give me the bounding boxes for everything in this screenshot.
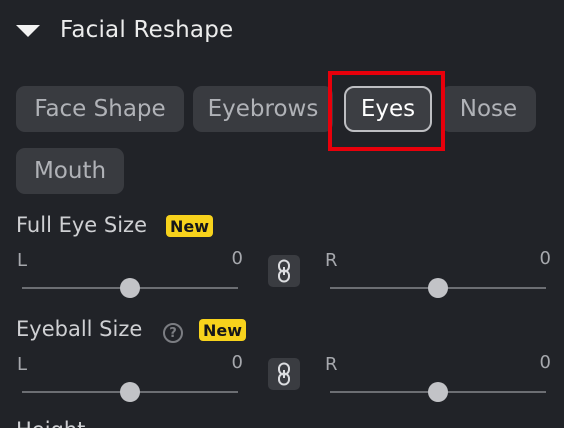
height-label: Height: [16, 418, 85, 428]
right-side-label: R: [325, 250, 338, 271]
tab-mouth[interactable]: Mouth: [16, 148, 124, 194]
left-side-label: L: [17, 354, 28, 375]
full-eye-size-right-thumb[interactable]: [428, 278, 448, 298]
new-badge: New: [166, 215, 214, 237]
tab-nose[interactable]: Nose: [441, 86, 536, 132]
full-eye-size-right-value: 0: [539, 248, 551, 269]
highlight-box: [328, 71, 445, 151]
tab-face-shape[interactable]: Face Shape: [16, 86, 184, 132]
eyeball-size-left-thumb[interactable]: [120, 382, 140, 402]
tab-eyebrows[interactable]: Eyebrows: [193, 86, 333, 132]
link-icon[interactable]: [268, 358, 300, 390]
right-side-label: R: [325, 354, 338, 375]
facial-reshape-header[interactable]: Facial Reshape: [16, 12, 233, 48]
help-icon[interactable]: ?: [163, 323, 183, 343]
eyeball-size-left-value: 0: [231, 352, 243, 373]
full-eye-size-left-value: 0: [231, 248, 243, 269]
eyeball-size-right-thumb[interactable]: [428, 382, 448, 402]
section-title: Facial Reshape: [60, 17, 234, 43]
full-eye-size-label: Full Eye Size: [16, 213, 147, 237]
triangle-down-icon[interactable]: [16, 25, 40, 37]
full-eye-size-left-thumb[interactable]: [120, 278, 140, 298]
eyeball-size-right-value: 0: [539, 352, 551, 373]
new-badge: New: [199, 319, 247, 341]
facial-reshape-panel: Facial Reshape Face Shape Eyebrows Eyes …: [0, 0, 564, 428]
eyeball-size-label: Eyeball Size: [16, 317, 143, 341]
left-side-label: L: [17, 250, 28, 271]
link-icon[interactable]: [268, 255, 300, 287]
